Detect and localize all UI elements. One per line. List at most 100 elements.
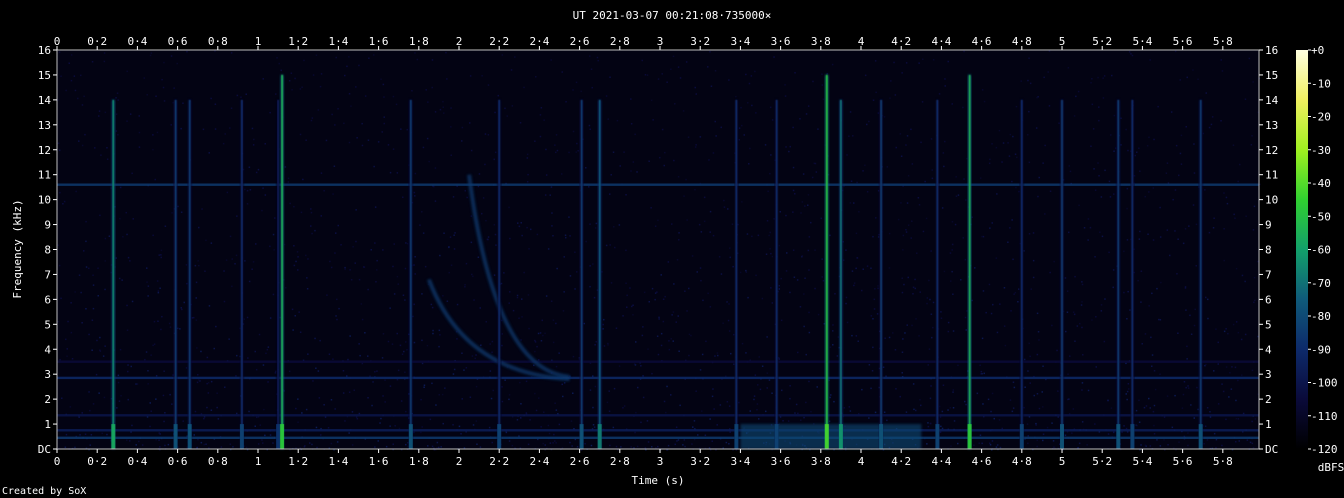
- noise-speck: [376, 370, 378, 372]
- noise-speck: [264, 434, 266, 437]
- noise-speck: [413, 431, 415, 434]
- noise-speck: [235, 375, 237, 377]
- noise-speck: [619, 165, 621, 167]
- noise-speck: [703, 220, 706, 223]
- noise-speck: [951, 243, 954, 246]
- noise-speck: [541, 319, 543, 322]
- noise-speck: [785, 270, 788, 272]
- noise-speck: [855, 267, 857, 270]
- noise-speck: [348, 141, 351, 144]
- noise-speck: [294, 77, 296, 80]
- noise-speck: [804, 277, 806, 279]
- noise-speck: [769, 231, 771, 234]
- noise-speck: [464, 190, 466, 192]
- noise-speck: [1048, 105, 1051, 107]
- noise-speck: [801, 201, 804, 203]
- noise-speck: [323, 404, 325, 406]
- noise-speck: [728, 443, 730, 445]
- y-tick-label: 14: [38, 94, 52, 107]
- noise-speck: [794, 72, 796, 74]
- noise-speck: [358, 64, 360, 67]
- noise-speck: [464, 284, 466, 286]
- noise-speck: [828, 420, 831, 422]
- noise-speck: [1009, 133, 1012, 136]
- x-tick-label: 5: [1059, 455, 1066, 468]
- noise-speck: [297, 398, 299, 400]
- noise-speck: [152, 344, 154, 347]
- noise-speck: [1068, 398, 1070, 400]
- noise-speck: [60, 297, 62, 300]
- noise-speck: [1205, 92, 1207, 94]
- noise-speck: [677, 315, 679, 317]
- noise-speck: [161, 315, 163, 318]
- noise-speck: [771, 392, 773, 394]
- noise-speck: [944, 140, 946, 143]
- noise-speck: [58, 51, 61, 53]
- noise-speck: [159, 446, 161, 448]
- noise-speck: [932, 59, 935, 61]
- noise-speck: [311, 443, 313, 446]
- noise-speck: [210, 97, 212, 100]
- noise-speck: [829, 346, 832, 348]
- noise-speck: [288, 80, 291, 82]
- noise-speck: [471, 273, 473, 276]
- noise-speck: [374, 446, 376, 448]
- noise-speck: [245, 446, 248, 449]
- noise-speck: [1046, 426, 1049, 429]
- noise-speck: [905, 231, 908, 233]
- noise-speck: [965, 403, 967, 406]
- noise-speck: [413, 191, 416, 194]
- noise-speck: [1209, 411, 1211, 413]
- noise-speck: [1097, 76, 1099, 79]
- noise-speck: [753, 395, 756, 397]
- hum-line: [57, 183, 1259, 186]
- noise-speck: [632, 314, 634, 316]
- noise-speck: [461, 140, 463, 142]
- noise-speck: [589, 128, 591, 130]
- noise-speck: [1082, 354, 1084, 356]
- noise-speck: [374, 371, 376, 373]
- noise-speck: [342, 392, 345, 394]
- noise-speck: [778, 285, 780, 287]
- noise-speck: [291, 89, 293, 91]
- noise-speck: [851, 270, 854, 272]
- noise-speck: [540, 107, 543, 109]
- noise-speck: [585, 240, 587, 243]
- noise-speck: [688, 354, 690, 357]
- noise-speck: [1104, 298, 1106, 300]
- noise-speck: [793, 276, 796, 278]
- noise-speck: [754, 374, 757, 376]
- noise-speck: [440, 446, 442, 448]
- noise-speck: [1032, 276, 1035, 279]
- noise-speck: [1008, 155, 1011, 157]
- noise-speck: [693, 438, 696, 441]
- x-tick-label: 5·4: [1132, 35, 1152, 48]
- noise-speck: [1163, 439, 1165, 441]
- noise-speck: [1205, 363, 1207, 366]
- noise-speck: [428, 160, 430, 163]
- noise-speck: [255, 171, 258, 174]
- noise-speck: [1112, 269, 1115, 271]
- noise-speck: [1150, 336, 1152, 339]
- noise-speck: [1251, 135, 1253, 137]
- noise-speck: [1148, 136, 1150, 139]
- noise-speck: [97, 295, 99, 297]
- noise-speck: [454, 232, 456, 234]
- noise-speck: [335, 232, 337, 234]
- noise-speck: [995, 146, 998, 149]
- noise-speck: [155, 375, 158, 377]
- noise-speck: [236, 215, 238, 217]
- noise-speck: [99, 350, 102, 352]
- noise-speck: [769, 172, 771, 175]
- noise-speck: [231, 285, 233, 288]
- noise-speck: [688, 333, 691, 336]
- noise-speck: [67, 320, 69, 323]
- noise-speck: [635, 411, 637, 414]
- noise-speck: [204, 270, 206, 272]
- noise-speck: [780, 277, 782, 280]
- noise-speck: [1222, 390, 1225, 393]
- noise-speck: [387, 340, 390, 343]
- noise-speck: [154, 178, 156, 181]
- noise-speck: [269, 317, 272, 319]
- noise-speck: [257, 443, 260, 445]
